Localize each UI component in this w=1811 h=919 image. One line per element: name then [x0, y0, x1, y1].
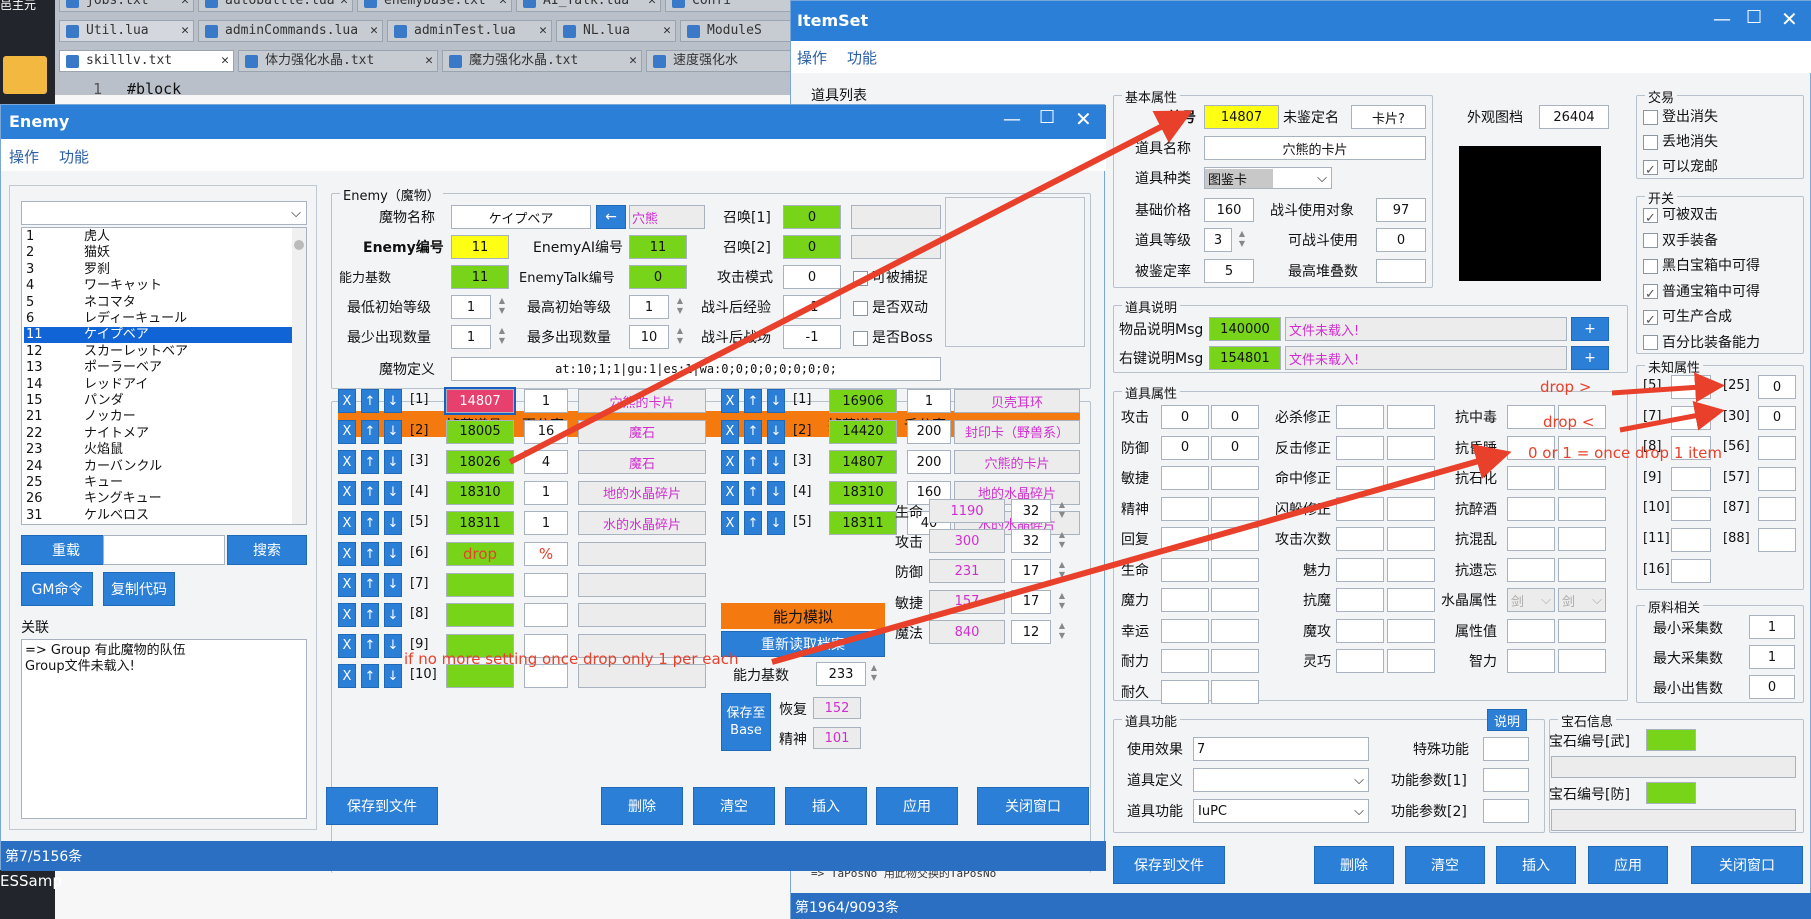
annotation-drop-gt: drop > — [1540, 378, 1592, 396]
annotation-arrow — [771, 444, 1512, 665]
annotation-no-more: if no more setting once drop only 1 per … — [404, 650, 739, 668]
annotation-drop-lt: drop < — [1543, 413, 1595, 431]
annotation-arrow — [508, 110, 1193, 465]
annotation-arrow — [1611, 372, 1725, 403]
annotation-once: 0 or 1 = once drop 1 item — [1528, 444, 1723, 462]
annotation-arrow — [1619, 400, 1725, 433]
